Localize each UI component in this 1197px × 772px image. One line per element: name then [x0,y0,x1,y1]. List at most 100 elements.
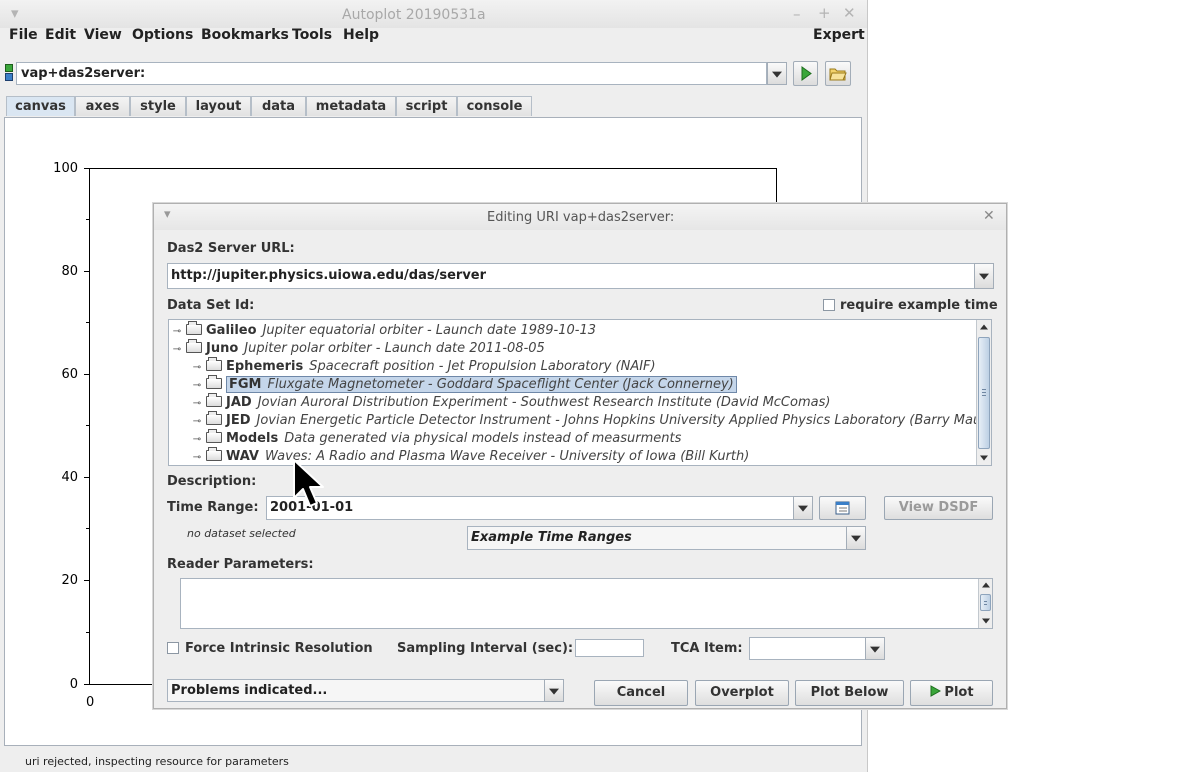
dialog-titlebar[interactable]: ▾ Editing URI vap+das2server: ✕ [154,204,1006,230]
grip-line [982,395,986,396]
tree-node-desc: Jupiter polar orbiter - Launch date 2011… [244,341,545,356]
tree-node-fgm[interactable]: ⊸ FGM Fluxgate Magnetometer - Goddard Spac… [192,375,737,395]
chevron-down-icon [870,646,880,653]
status-green-indicator-icon [5,64,13,72]
tab-data[interactable]: data [251,96,306,116]
chevron-up-icon [981,582,990,588]
server-url-field[interactable]: http://jupiter.physics.uiowa.edu/das/ser… [167,263,975,289]
y-tick [84,477,90,478]
expand-icon[interactable]: ⊸ [192,431,202,449]
maximize-icon[interactable]: + [818,4,831,22]
scroll-up-button[interactable] [979,579,992,591]
no-dataset-note: no dataset selected [187,527,296,540]
menu-help[interactable]: Help [343,27,379,43]
tca-item-select[interactable] [749,637,867,660]
chevron-down-icon [979,273,989,280]
sampling-interval-input[interactable] [575,639,644,657]
expand-icon[interactable]: ⊸ [192,359,202,377]
calendar-button[interactable] [819,496,866,520]
folder-icon [206,411,222,425]
dialog-close-icon[interactable]: ✕ [983,208,995,224]
problems-select[interactable]: Problems indicated... [167,679,545,702]
chevron-up-icon [980,324,988,330]
dataset-id-label: Data Set Id: [167,298,255,313]
calendar-icon [835,501,850,515]
browse-files-button[interactable] [825,61,851,86]
cancel-button[interactable]: Cancel [594,680,688,706]
tab-canvas[interactable]: canvas [6,96,75,116]
problems-dropdown[interactable] [544,679,564,702]
chevron-down-icon [981,618,990,624]
main-titlebar[interactable]: ▾ Autoplot 20190531a – + ✕ [0,0,867,28]
expand-icon[interactable]: ⊸ [192,395,202,413]
tree-node-jad[interactable]: ⊸ JAD Jovian Auroral Distribution Experime… [192,393,830,413]
reader-parameters-textarea[interactable] [180,578,993,629]
uri-input[interactable]: vap+das2server: [16,62,767,85]
tree-node-galileo[interactable]: ⊸ Galileo Jupiter equatorial orbiter - Lau… [172,321,596,341]
dataset-tree[interactable]: ⊸ Galileo Jupiter equatorial orbiter - Lau… [168,319,992,466]
editing-uri-dialog: ▾ Editing URI vap+das2server: ✕ Das2 Ser… [153,203,1007,709]
scroll-down-button[interactable] [979,615,992,627]
menu-file[interactable]: File [9,27,38,43]
uri-history-dropdown[interactable] [767,62,787,85]
tree-node-wav[interactable]: ⊸ WAV Waves: A Radio and Plasma Wave Recei… [192,447,749,465]
menu-edit[interactable]: Edit [45,27,76,43]
tab-layout[interactable]: layout [186,96,251,116]
y-tick [84,580,90,581]
chevron-down-icon [851,535,861,542]
folder-icon [186,339,202,353]
tree-node-jed[interactable]: ⊸ JED Jovian Energetic Particle Detector I… [192,411,991,431]
server-url-dropdown[interactable] [974,263,994,289]
params-scrollbar[interactable] [978,579,992,628]
tca-item-dropdown[interactable] [865,637,885,660]
scroll-thumb[interactable] [978,337,990,449]
window-menu-icon[interactable]: ▾ [11,4,19,22]
tab-script[interactable]: script [396,96,457,116]
expand-icon[interactable]: ⊸ [192,377,202,395]
dialog-menu-icon[interactable]: ▾ [164,207,171,222]
tab-axes[interactable]: axes [75,96,130,116]
menu-tools[interactable]: Tools [292,27,332,43]
open-folder-icon [829,68,847,81]
time-range-input[interactable]: 2001-01-01 [266,496,794,520]
require-example-time-checkbox[interactable] [823,299,835,311]
overplot-button[interactable]: Overplot [695,680,789,706]
time-range-dropdown[interactable] [793,496,813,520]
collapse-icon[interactable]: ⊸ [172,341,182,359]
y-minor-tick [86,322,90,323]
expand-icon[interactable]: ⊸ [192,449,202,465]
example-time-ranges-dropdown[interactable] [846,526,866,550]
tree-scrollbar[interactable] [976,320,991,465]
y-tick-label: 80 [61,264,78,279]
scroll-down-button[interactable] [977,451,991,465]
tree-node-key: WAV [226,449,259,464]
scroll-up-button[interactable] [977,320,991,334]
plot-below-button[interactable]: Plot Below [795,680,904,706]
menu-options[interactable]: Options [132,27,193,43]
tree-node-ephemeris[interactable]: ⊸ Ephemeris Spacecraft position - Jet Prop… [192,357,656,377]
play-icon [930,685,942,697]
folder-icon [206,357,222,371]
scroll-thumb[interactable] [980,594,991,611]
menu-bookmarks[interactable]: Bookmarks [201,27,289,43]
grip-line [982,392,986,393]
force-intrinsic-resolution-checkbox[interactable] [167,642,179,654]
tab-metadata[interactable]: metadata [306,96,396,116]
tab-console[interactable]: console [457,96,532,116]
view-dsdf-button[interactable]: View DSDF [884,496,993,520]
menu-view[interactable]: View [84,27,122,43]
y-tick [84,271,90,272]
minimize-icon[interactable]: – [793,5,801,23]
plot-button-label: Plot [944,685,974,700]
tab-style[interactable]: style [130,96,186,116]
reader-parameters-label: Reader Parameters: [167,557,314,572]
expert-mode-menu[interactable]: Expert [813,27,865,43]
close-icon[interactable]: ✕ [843,4,856,22]
expand-icon[interactable]: ⊸ [172,323,182,341]
expand-icon[interactable]: ⊸ [192,413,202,431]
go-plot-button[interactable] [793,61,818,86]
example-time-ranges-select[interactable]: Example Time Ranges [467,526,847,550]
tree-node-models[interactable]: ⊸ Models Data generated via physical model… [192,429,681,449]
plot-button[interactable]: Plot [910,680,993,706]
tree-node-juno[interactable]: ⊸ Juno Jupiter polar orbiter - Launch date… [172,339,545,359]
